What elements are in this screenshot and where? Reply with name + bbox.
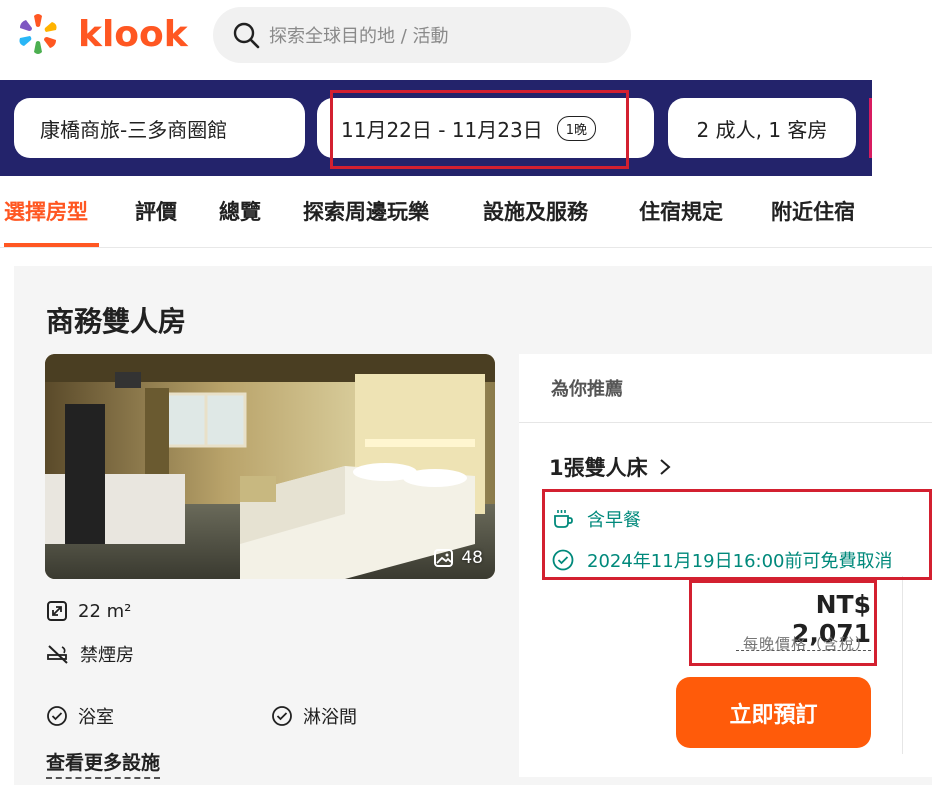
- brand-name: klook: [78, 13, 188, 55]
- guest-summary: 2 成人, 1 客房: [696, 117, 828, 142]
- room-photo-image: [45, 354, 495, 579]
- guest-selector[interactable]: 2 成人, 1 客房: [668, 98, 856, 158]
- gallery-icon: [434, 549, 454, 567]
- search-icon: [233, 22, 260, 49]
- amenity-label: 浴室: [78, 707, 114, 728]
- expand-icon: [47, 601, 67, 621]
- section-tabs: 選擇房型 評價 總覽 探索周邊玩樂 設施及服務 住宿規定 附近住宿: [0, 196, 932, 248]
- room-photo[interactable]: 48: [45, 354, 495, 579]
- recommend-label: 為你推薦: [519, 354, 932, 423]
- highlight-dates: [330, 90, 629, 169]
- amenity-label: 淋浴間: [303, 707, 357, 728]
- check-circle-icon: [272, 706, 292, 726]
- search-bar[interactable]: 探索全球目的地 / 活動: [213, 7, 631, 63]
- highlight-price: [689, 580, 877, 666]
- bed-type-link[interactable]: 1張雙人床: [549, 452, 672, 482]
- highlight-features: [542, 489, 932, 580]
- tab-policies[interactable]: 住宿規定: [639, 196, 723, 248]
- photo-count-value: 48: [461, 548, 483, 568]
- tab-nearby-stays[interactable]: 附近住宿: [771, 196, 855, 248]
- no-smoking-icon: [47, 645, 68, 664]
- hotel-selector[interactable]: 康橋商旅-三多商圈館: [14, 98, 305, 158]
- room-size-value: 22 m²: [78, 600, 132, 622]
- panel-divider: [902, 576, 903, 754]
- klook-logo-icon: [14, 10, 62, 58]
- tab-nearby-activities[interactable]: 探索周邊玩樂: [303, 196, 429, 248]
- recommend-label-text: 為你推薦: [551, 379, 623, 400]
- check-circle-icon: [47, 706, 67, 726]
- photo-count: 48: [433, 547, 483, 569]
- bed-type-label: 1張雙人床: [549, 456, 648, 480]
- tab-select-room[interactable]: 選擇房型: [4, 196, 99, 248]
- search-input[interactable]: 探索全球目的地 / 活動: [269, 22, 449, 48]
- amenity-shower: 淋浴間: [271, 703, 357, 729]
- booking-bar-edge: [869, 98, 872, 158]
- klook-logo[interactable]: klook: [14, 10, 188, 58]
- tab-facilities[interactable]: 設施及服務: [483, 196, 588, 248]
- smoking-policy-value: 禁煙房: [80, 645, 134, 666]
- room-size: 22 m²: [46, 600, 131, 622]
- chevron-right-icon: [659, 459, 671, 475]
- smoking-policy: 禁煙房: [46, 641, 134, 667]
- more-facilities-link[interactable]: 查看更多設施: [46, 748, 161, 779]
- amenity-bathroom: 浴室: [46, 703, 114, 729]
- hotel-name: 康橋商旅-三多商圈館: [40, 117, 228, 142]
- room-title: 商務雙人房: [46, 305, 187, 338]
- tab-reviews[interactable]: 評價: [135, 196, 177, 248]
- tab-overview[interactable]: 總覽: [219, 196, 261, 248]
- book-now-button[interactable]: 立即預訂: [676, 677, 871, 748]
